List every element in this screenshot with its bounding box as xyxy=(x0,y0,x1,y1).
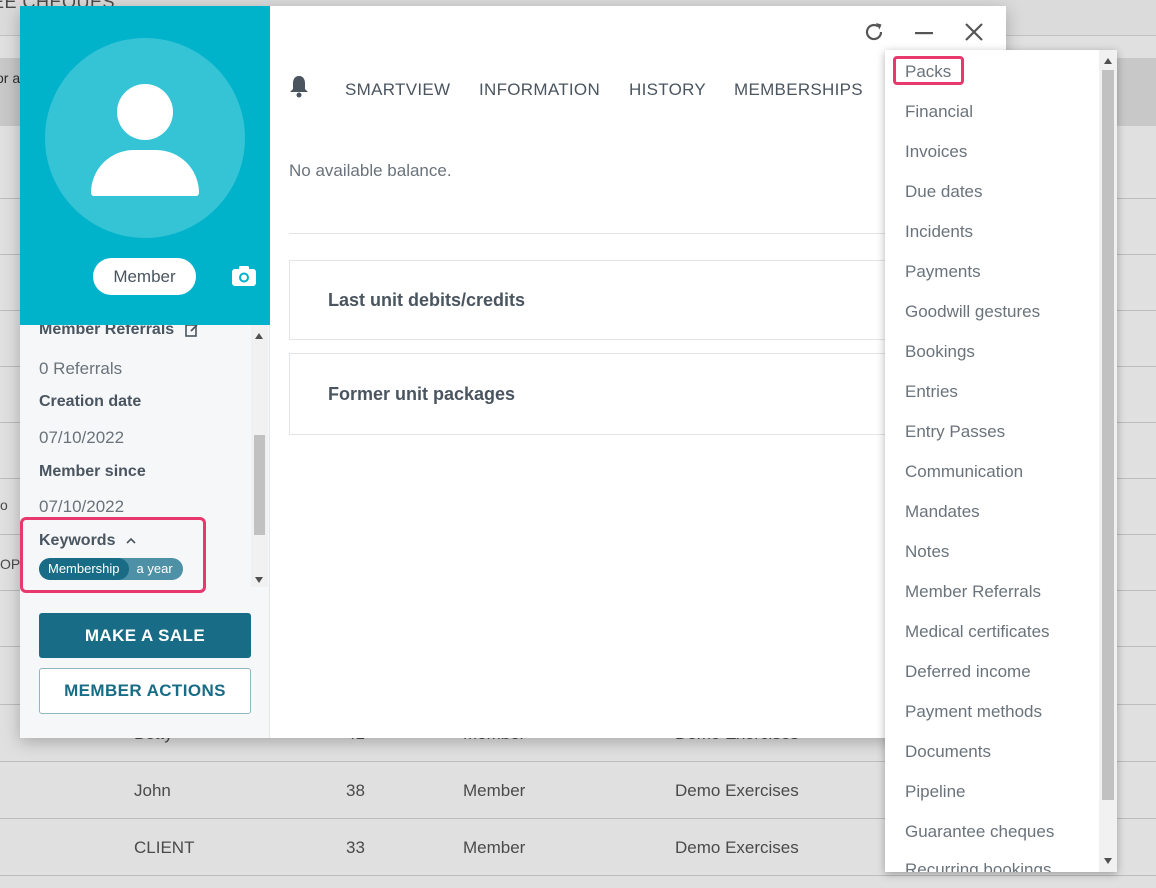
make-sale-button[interactable]: MAKE A SALE xyxy=(39,613,251,658)
camera-icon[interactable] xyxy=(231,265,257,287)
member-actions-button[interactable]: MEMBER ACTIONS xyxy=(39,668,251,714)
packs-highlight-box xyxy=(893,56,964,85)
keywords-highlight-box xyxy=(20,517,206,593)
minimize-icon[interactable] xyxy=(912,20,936,44)
menu-scrollbar-thumb[interactable] xyxy=(1102,70,1114,800)
tab-information[interactable]: INFORMATION xyxy=(479,80,600,100)
profile-scrollbar-thumb[interactable] xyxy=(254,435,265,535)
menu-item-goodwill-gestures[interactable]: Goodwill gestures xyxy=(905,302,1040,322)
referrals-label: Member Referrals xyxy=(39,325,199,339)
scroll-down-arrow-icon[interactable] xyxy=(1104,858,1112,864)
menu-item-deferred-income[interactable]: Deferred income xyxy=(905,662,1031,682)
close-icon[interactable] xyxy=(962,20,986,44)
menu-item-member-referrals[interactable]: Member Referrals xyxy=(905,582,1041,602)
menu-item-guarantee-cheques[interactable]: Guarantee cheques xyxy=(905,822,1054,842)
refresh-icon[interactable] xyxy=(862,20,886,44)
menu-item-financial[interactable]: Financial xyxy=(905,102,973,122)
creation-date-label: Creation date xyxy=(39,393,142,410)
scroll-down-arrow-icon[interactable] xyxy=(255,577,263,583)
bell-icon[interactable] xyxy=(288,74,310,98)
menu-item-entry-passes[interactable]: Entry Passes xyxy=(905,422,1005,442)
member-modal: Member Member Referrals 0 Referrals Crea… xyxy=(20,6,1006,738)
avatar-area: Member xyxy=(20,6,270,325)
menu-item-pipeline[interactable]: Pipeline xyxy=(905,782,966,802)
referrals-value: 0 Referrals xyxy=(39,359,123,378)
menu-item-documents[interactable]: Documents xyxy=(905,742,991,762)
tab-smartview[interactable]: SMARTVIEW xyxy=(345,80,450,100)
profile-scrollbar[interactable] xyxy=(251,325,268,587)
menu-item-communication[interactable]: Communication xyxy=(905,462,1023,482)
menu-item-medical-certificates[interactable]: Medical certificates xyxy=(905,622,1050,642)
member-since-label: Member since xyxy=(39,463,146,480)
referrals-label-text: Member Referrals xyxy=(39,325,175,338)
menu-item-payment-methods[interactable]: Payment methods xyxy=(905,702,1042,722)
menu-item-mandates[interactable]: Mandates xyxy=(905,502,980,522)
menu-item-due-dates[interactable]: Due dates xyxy=(905,182,983,202)
creation-date-value: 07/10/2022 xyxy=(39,428,125,447)
tab-memberships[interactable]: MEMBERSHIPS xyxy=(734,80,863,100)
avatar-head-shape xyxy=(117,84,173,140)
tab-history[interactable]: HISTORY xyxy=(629,80,706,100)
menu-scrollbar[interactable] xyxy=(1099,50,1117,872)
last-unit-card-title: Last unit debits/credits xyxy=(328,290,526,310)
scroll-up-arrow-icon[interactable] xyxy=(1104,58,1112,64)
menu-item-entries[interactable]: Entries xyxy=(905,382,958,402)
menu-item-notes[interactable]: Notes xyxy=(905,542,949,562)
member-since-value: 07/10/2022 xyxy=(39,497,125,516)
no-balance-message: No available balance. xyxy=(289,161,452,180)
menu-item-invoices[interactable]: Invoices xyxy=(905,142,967,162)
avatar xyxy=(45,38,245,238)
menu-item-recurring-bookings[interactable]: Recurring bookings xyxy=(905,860,1051,872)
former-packages-card-title: Former unit packages xyxy=(328,384,516,404)
menu-item-payments[interactable]: Payments xyxy=(905,262,981,282)
more-tabs-menu: Packs Financial Invoices Due dates Incid… xyxy=(885,50,1117,872)
edit-icon[interactable] xyxy=(184,325,199,337)
avatar-body-shape xyxy=(91,150,199,196)
menu-item-bookings[interactable]: Bookings xyxy=(905,342,975,362)
scroll-up-arrow-icon[interactable] xyxy=(255,333,263,339)
menu-item-incidents[interactable]: Incidents xyxy=(905,222,973,242)
profile-panel: Member Member Referrals 0 Referrals Crea… xyxy=(20,6,270,738)
member-status-badge: Member xyxy=(93,258,196,295)
